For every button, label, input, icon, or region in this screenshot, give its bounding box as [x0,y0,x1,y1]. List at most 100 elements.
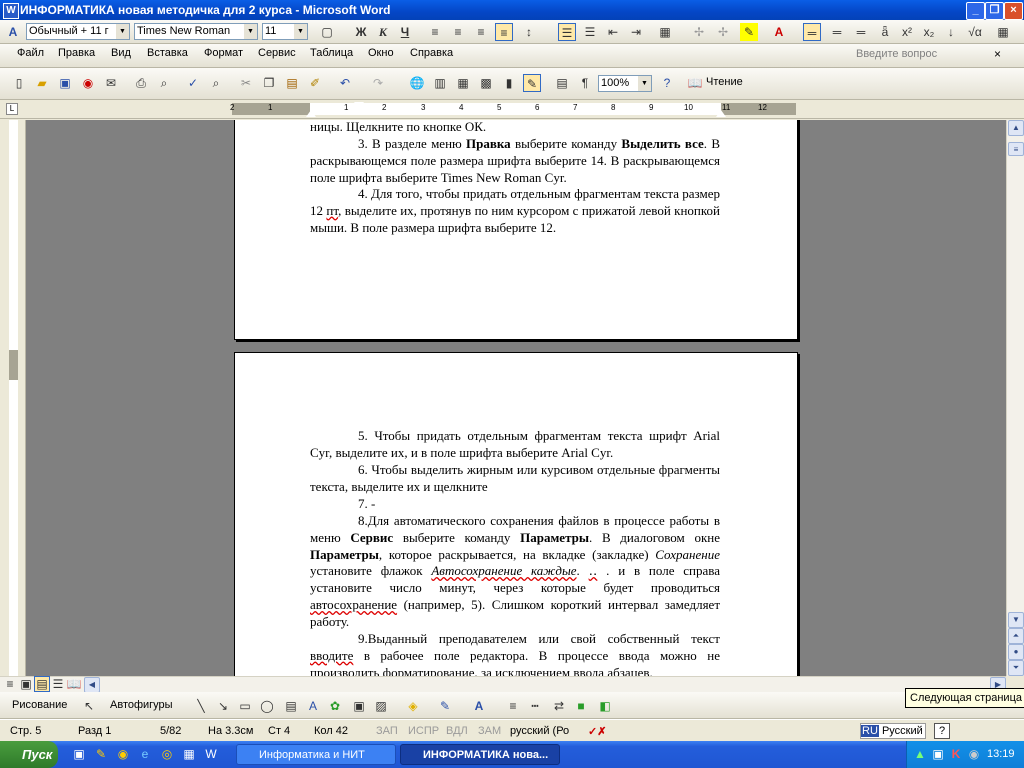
insert-excel-icon[interactable]: ▩ [477,74,495,92]
picture-icon[interactable]: ▨ [372,697,390,715]
document-area[interactable]: ницы. Щелкните по кнопке ОК. 3. В раздел… [26,120,1006,676]
clipart-icon[interactable]: ▣ [350,697,368,715]
italic-button[interactable]: К [374,23,392,41]
menu-file[interactable]: Файл [17,47,44,59]
dash-style-icon[interactable]: ┅ [526,697,544,715]
help-question-input[interactable]: Введите вопрос [856,48,992,64]
chevron-down-icon[interactable]: ▼ [294,24,307,39]
minimize-button[interactable]: _ [966,2,985,20]
line-color-icon[interactable]: ✎ [436,697,454,715]
drawing-icon[interactable]: ✎ [523,74,541,92]
table-cell-icon[interactable]: ✢ [714,23,732,41]
word-app-icon[interactable]: W [3,3,19,19]
line-style-icon[interactable]: ═ [852,23,870,41]
help-icon[interactable]: ? [934,723,950,739]
save-icon[interactable]: ▣ [56,74,74,92]
superscript-icon[interactable]: x² [898,23,916,41]
new-icon[interactable]: ▯ [10,74,28,92]
task-explorer[interactable]: Информатика и НИТ [236,744,396,765]
help-icon[interactable]: ? [658,74,676,92]
scroll-down-icon[interactable]: ▼ [1008,612,1024,628]
close-document-button[interactable]: × [994,47,1006,61]
align-right-icon[interactable]: ≡ [472,23,490,41]
line-style-icon[interactable]: ═ [803,23,821,41]
status-track-changes[interactable]: ИСПР [408,725,439,737]
line-icon[interactable]: ╲ [192,697,210,715]
font-select[interactable]: Times New Roman ▼ [134,23,258,40]
highlight-icon[interactable]: ✎ [740,23,758,41]
menu-help[interactable]: Справка [410,47,453,59]
arrow-style-icon[interactable]: ⇄ [550,697,568,715]
spelling-icon[interactable]: ǟ [876,23,894,41]
spelling-status-icon[interactable]: ✓✗ [588,725,606,738]
wordart-icon[interactable]: A [304,697,322,715]
paste-icon[interactable]: ▤ [283,74,301,92]
tray-icon[interactable]: ▲ [911,745,929,763]
redo-icon[interactable]: ↷ [369,74,387,92]
font-color-icon[interactable]: A [470,697,488,715]
undo-icon[interactable]: ↶ [336,74,354,92]
quicklaunch-icon[interactable]: ▣ [70,745,88,763]
tray-icon[interactable]: ◉ [965,745,983,763]
increase-indent-icon[interactable]: ⇥ [627,23,645,41]
select-objects-icon[interactable]: ↖ [80,697,98,715]
vertical-scrollbar[interactable]: ▲ ≡ ▼ ⏶ ● ⏷ [1006,120,1024,676]
outline-view-icon[interactable]: ☰ [50,676,66,692]
page-5[interactable]: 5. Чтобы придать отдельным фрагментам те… [234,352,798,676]
tray-icon[interactable]: K [947,745,965,763]
status-record-macro[interactable]: ЗАП [376,725,398,737]
tray-icon[interactable]: ▣ [929,745,947,763]
email-icon[interactable]: ✉ [102,74,120,92]
new-document-icon[interactable]: ▢ [318,23,336,41]
select-browse-object-icon[interactable]: ● [1008,644,1024,660]
bold-button[interactable]: Ж [352,23,370,41]
columns-icon[interactable]: ▮ [500,74,518,92]
next-page-icon[interactable]: ⏷ [1008,660,1024,676]
print-layout-icon[interactable]: ▤ [34,676,50,692]
subscript-icon[interactable]: x₂ [920,23,938,41]
tab-selector[interactable]: L [6,103,18,115]
reading-mode-button[interactable]: Чтение [706,76,743,88]
read-icon[interactable]: 📖 [686,74,704,92]
menu-view[interactable]: Вид [111,47,131,59]
format-painter-icon[interactable]: ✐ [306,74,324,92]
page-4[interactable]: ницы. Щелкните по кнопке ОК. 3. В раздел… [234,120,798,340]
scroll-thumb[interactable]: ≡ [1008,142,1024,156]
right-indent-marker[interactable] [716,110,726,117]
spelling-check-icon[interactable]: ✓ [184,74,202,92]
arrow-icon[interactable]: ↘ [214,697,232,715]
menu-edit[interactable]: Правка [58,47,95,59]
left-indent-marker[interactable] [306,110,316,117]
horizontal-scrollbar[interactable]: ≡ ▣ ▤ ☰ 📖 ◀ ▶ [0,676,1006,693]
numbering-icon[interactable]: ☰ [558,23,576,41]
menu-format[interactable]: Формат [204,47,243,59]
copy-icon[interactable]: ❐ [260,74,278,92]
maximize-button[interactable]: ❐ [985,2,1004,20]
menu-insert[interactable]: Вставка [147,47,188,59]
insert-table-icon[interactable]: ▦ [454,74,472,92]
first-line-indent-marker[interactable] [354,102,364,109]
decrease-indent-icon[interactable]: ⇤ [604,23,622,41]
font-color-icon[interactable]: A [770,23,788,41]
open-icon[interactable]: ▰ [33,74,51,92]
hyperlink-icon[interactable]: 🌐 [408,74,426,92]
bullets-icon[interactable]: ☰ [581,23,599,41]
chevron-down-icon[interactable]: ▼ [116,24,129,39]
align-center-icon[interactable]: ≡ [449,23,467,41]
oval-icon[interactable]: ◯ [258,697,276,715]
task-word[interactable]: ИНФОРМАТИКА нова... [400,744,560,765]
document-map-icon[interactable]: ▤ [553,74,571,92]
reading-view-icon[interactable]: 📖 [66,676,82,692]
chevron-down-icon[interactable]: ▼ [244,24,257,39]
web-view-icon[interactable]: ▣ [18,676,34,692]
autoshapes-menu-button[interactable]: Автофигуры [110,699,173,711]
line-spacing-icon[interactable]: ↕ [520,23,538,41]
diagram-icon[interactable]: ✿ [326,697,344,715]
research-icon[interactable]: ⌕ [207,74,225,92]
font-size-select[interactable]: 11 ▼ [262,23,308,40]
drawing-menu-button[interactable]: Рисование [12,699,67,711]
status-extend[interactable]: ВДЛ [446,725,468,737]
justify-icon[interactable]: ≡ [495,23,513,41]
zoom-select[interactable]: 100% ▼ [598,75,652,92]
language-bar[interactable]: RU Русский [860,723,926,739]
